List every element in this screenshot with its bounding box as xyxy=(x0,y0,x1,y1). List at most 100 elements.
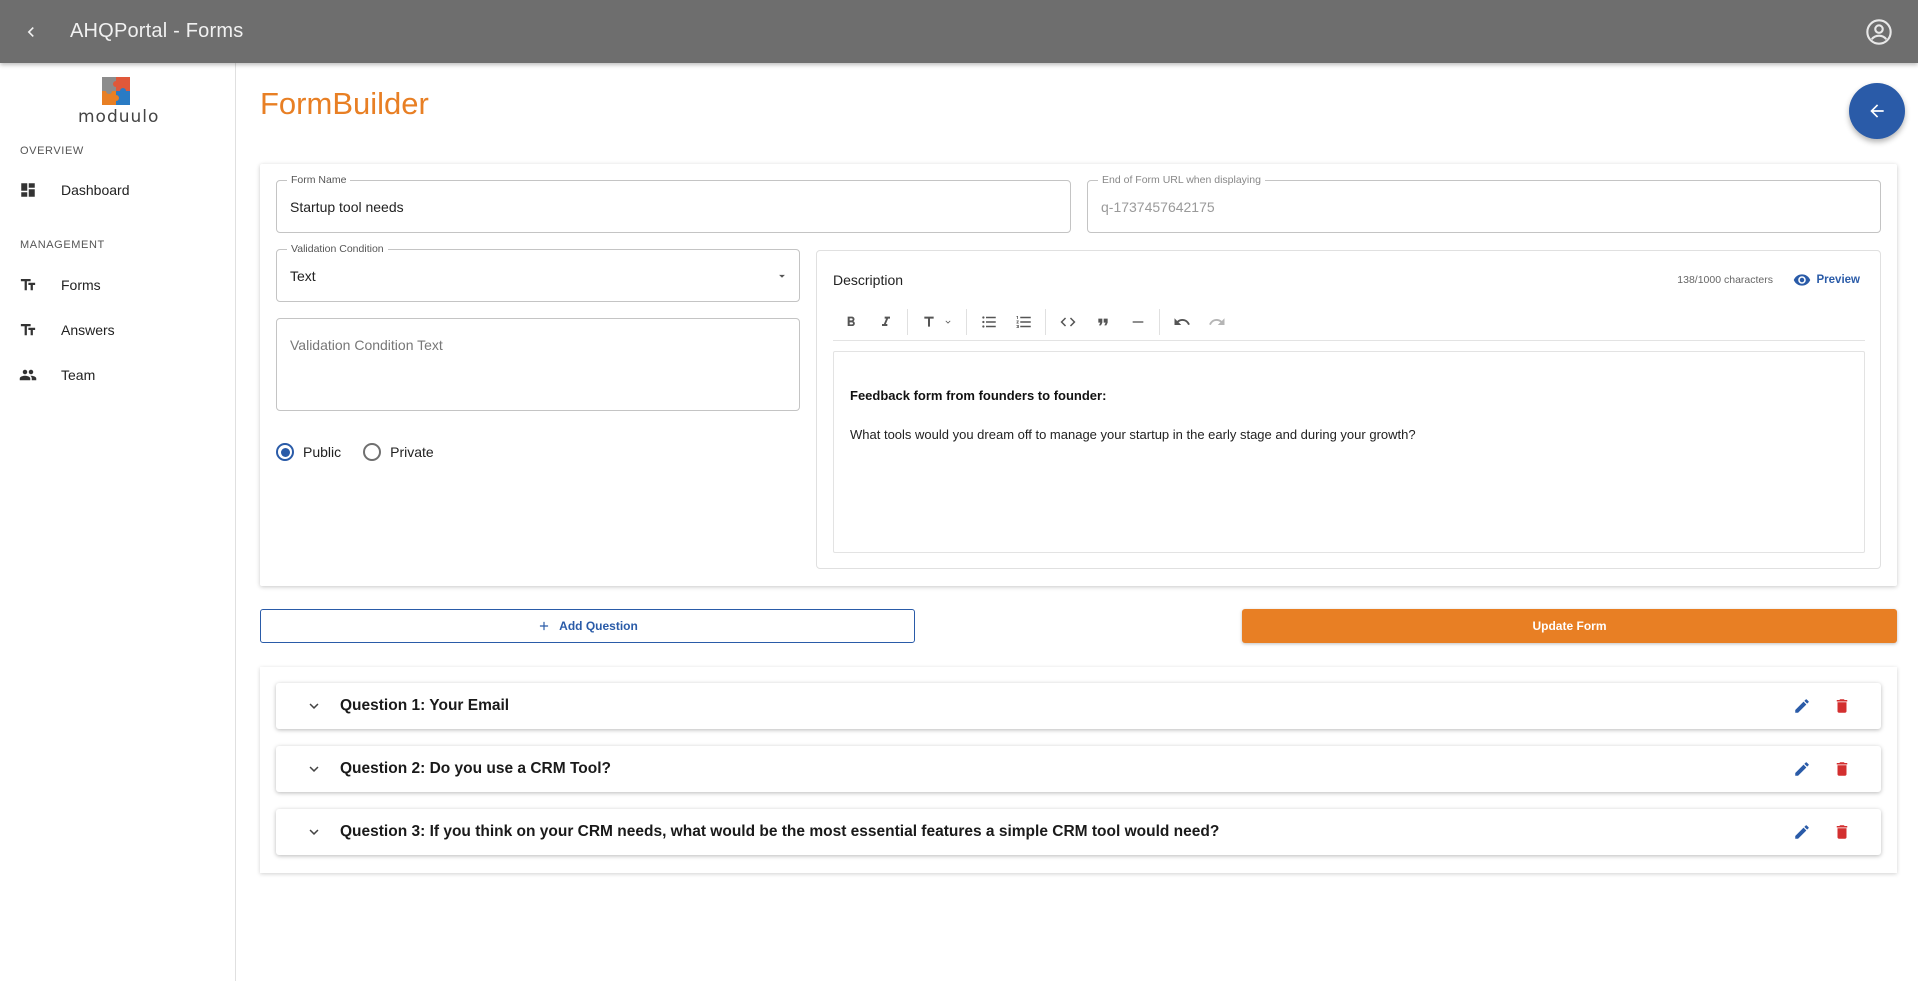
preview-label: Preview xyxy=(1816,274,1860,286)
sidebar-item-team[interactable]: Team xyxy=(0,355,235,395)
edit-question-button[interactable] xyxy=(1791,695,1813,717)
chevron-down-icon xyxy=(309,829,319,835)
app-title: AHQPortal - Forms xyxy=(70,20,244,42)
text-fields-icon xyxy=(16,276,40,294)
numbered-list-icon xyxy=(1016,315,1031,328)
dropdown-arrow-icon xyxy=(779,274,785,278)
delete-question-button[interactable] xyxy=(1831,758,1853,780)
code-button[interactable] xyxy=(1050,307,1085,337)
update-form-label: Update Form xyxy=(1532,619,1607,633)
edit-question-button[interactable] xyxy=(1791,821,1813,843)
sidebar-item-answers[interactable]: Answers xyxy=(0,310,235,350)
bullet-list-icon xyxy=(981,315,996,328)
validation-condition-text-field[interactable]: Validation Condition Text xyxy=(276,318,800,411)
toolbar-divider xyxy=(1045,308,1046,335)
sidebar-item-label: Team xyxy=(61,367,96,383)
chevron-down-icon xyxy=(945,320,951,324)
pencil-icon xyxy=(1795,699,1809,713)
trash-icon xyxy=(1836,699,1848,713)
expand-button[interactable] xyxy=(302,823,326,841)
delete-question-button[interactable] xyxy=(1831,821,1853,843)
form-name-label: Form Name xyxy=(287,174,351,186)
italic-button[interactable] xyxy=(868,307,903,337)
question-item[interactable]: Question 3: If you think on your CRM nee… xyxy=(276,809,1881,855)
validation-condition-text-placeholder: Validation Condition Text xyxy=(290,337,443,353)
radio-private-label: Private xyxy=(390,444,434,460)
form-url-label: End of Form URL when displaying xyxy=(1098,174,1265,186)
question-list: Question 1: Your Email Question 2: Do yo… xyxy=(260,667,1897,873)
sidebar-item-forms[interactable]: Forms xyxy=(0,265,235,305)
form-name-field[interactable]: Form Name Startup tool needs xyxy=(276,174,1071,233)
chevron-left-icon xyxy=(27,26,34,37)
description-editor[interactable]: Feedback form from founders to founder: … xyxy=(833,351,1865,553)
code-icon xyxy=(1060,317,1075,326)
sidebar: moduulo OVERVIEW Dashboard MANAGEMENT Fo… xyxy=(0,63,236,981)
eye-icon xyxy=(1793,274,1810,286)
quote-icon xyxy=(1097,318,1108,325)
expand-button[interactable] xyxy=(302,697,326,715)
sidebar-item-label: Answers xyxy=(61,322,115,338)
text-fields-icon xyxy=(16,321,40,339)
redo-icon xyxy=(1208,317,1224,325)
undo-button[interactable] xyxy=(1164,307,1199,337)
validation-condition-value: Text xyxy=(290,268,316,284)
description-title: Description xyxy=(833,272,904,288)
sidebar-item-label: Forms xyxy=(61,277,101,293)
trash-icon xyxy=(1836,762,1848,776)
toolbar-divider xyxy=(907,308,908,335)
redo-button[interactable] xyxy=(1199,307,1234,337)
section-label-overview: OVERVIEW xyxy=(20,145,84,157)
add-question-label: Add Question xyxy=(559,619,638,633)
update-form-button[interactable]: Update Form xyxy=(1242,609,1897,643)
logo[interactable]: moduulo xyxy=(78,77,160,127)
bold-button[interactable] xyxy=(833,307,868,337)
app-bar: AHQPortal - Forms xyxy=(0,0,1918,63)
question-label: Question 3: If you think on your CRM nee… xyxy=(340,823,1220,840)
back-button[interactable] xyxy=(16,17,46,47)
toolbar-divider xyxy=(1159,308,1160,335)
form-url-field[interactable]: End of Form URL when displaying q-173745… xyxy=(1087,174,1881,233)
italic-icon xyxy=(881,316,890,326)
section-label-management: MANAGEMENT xyxy=(20,239,105,251)
form-name-value: Startup tool needs xyxy=(290,199,404,215)
horizontal-rule-icon xyxy=(1132,320,1143,323)
trash-icon xyxy=(1836,825,1848,839)
pencil-icon xyxy=(1795,825,1809,839)
validation-condition-select[interactable]: Validation Condition Text xyxy=(276,243,800,302)
visibility-radio-group: Public Private xyxy=(276,443,456,461)
delete-question-button[interactable] xyxy=(1831,695,1853,717)
add-question-button[interactable]: Add Question xyxy=(260,609,915,643)
radio-private[interactable] xyxy=(363,443,382,461)
description-editor-panel: Description 138/1000 characters Preview xyxy=(816,250,1881,569)
plus-icon xyxy=(540,621,549,631)
expand-button[interactable] xyxy=(302,760,326,778)
bullet-list-button[interactable] xyxy=(971,307,1006,337)
logo-text: moduulo xyxy=(78,107,160,127)
chevron-down-icon xyxy=(309,703,319,709)
blockquote-button[interactable] xyxy=(1085,307,1120,337)
puzzle-logo-icon xyxy=(102,77,130,105)
radio-public-label: Public xyxy=(303,444,342,460)
numbered-list-button[interactable] xyxy=(1006,307,1041,337)
horizontal-rule-button[interactable] xyxy=(1120,307,1155,337)
account-circle-icon xyxy=(1865,18,1892,45)
question-item[interactable]: Question 1: Your Email xyxy=(276,683,1881,729)
dashboard-icon xyxy=(16,181,40,199)
question-item[interactable]: Question 2: Do you use a CRM Tool? xyxy=(276,746,1881,792)
back-fab-button[interactable] xyxy=(1849,83,1905,139)
toolbar-divider xyxy=(966,308,967,335)
heading-dropdown-button[interactable] xyxy=(912,307,962,337)
form-url-value: q-1737457642175 xyxy=(1101,199,1215,215)
account-button[interactable] xyxy=(1863,16,1894,47)
radio-public[interactable] xyxy=(276,443,294,461)
sidebar-item-label: Dashboard xyxy=(61,182,130,198)
pencil-icon xyxy=(1795,762,1809,776)
character-count: 138/1000 characters xyxy=(1677,274,1773,286)
sidebar-item-dashboard[interactable]: Dashboard xyxy=(0,170,235,210)
bold-icon xyxy=(847,316,855,326)
edit-question-button[interactable] xyxy=(1791,758,1813,780)
chevron-down-icon xyxy=(309,766,319,772)
undo-icon xyxy=(1174,317,1190,325)
preview-button[interactable]: Preview xyxy=(1793,271,1860,289)
arrow-left-icon xyxy=(1870,104,1884,118)
